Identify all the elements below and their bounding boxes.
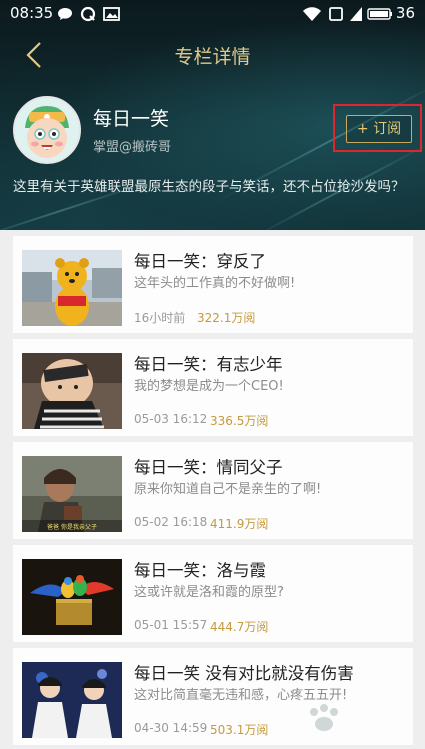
column-author: 掌盟@搬砖哥 bbox=[93, 140, 172, 155]
status-bar: 08:35 36 bbox=[0, 0, 425, 28]
article-title: 每日一笑 没有对比就没有伤害 bbox=[134, 664, 354, 683]
article-views: 322.1万阅 bbox=[197, 311, 256, 325]
article-time: 16小时前 bbox=[134, 311, 186, 325]
article-thumbnail bbox=[22, 353, 122, 429]
article-views: 336.5万阅 bbox=[210, 414, 269, 428]
column-avatar bbox=[13, 96, 81, 164]
battery-percent: 36 bbox=[395, 4, 415, 22]
article-subtitle: 原来你知道自己不是亲生的了啊! bbox=[134, 482, 322, 497]
chat-icon bbox=[58, 8, 72, 20]
wifi-icon bbox=[303, 7, 321, 21]
article-card[interactable]: 每日一笑：穿反了 这年头的工作真的不好做啊! 16小时前 322.1万阅 bbox=[13, 236, 413, 333]
thumbnail-caption: 爸爸 你是我亲父子 bbox=[47, 523, 97, 531]
article-time: 05-03 16:12 bbox=[134, 412, 208, 426]
article-views: 411.9万阅 bbox=[210, 517, 269, 531]
article-time: 05-01 15:57 bbox=[134, 618, 208, 632]
article-title: 每日一笑：情同父子 bbox=[134, 458, 283, 477]
article-views: 444.7万阅 bbox=[210, 620, 269, 634]
subscribe-button[interactable]: + 订阅 bbox=[346, 115, 412, 143]
battery-icon bbox=[367, 8, 392, 20]
q-icon bbox=[80, 6, 96, 22]
article-subtitle: 这或许就是洛和霞的原型? bbox=[134, 585, 284, 600]
article-card[interactable]: 每日一笑：洛与霞 这或许就是洛和霞的原型? 05-01 15:57 444.7万… bbox=[13, 545, 413, 642]
paw-watermark-icon bbox=[310, 704, 338, 731]
article-subtitle: 我的梦想是成为一个CEO! bbox=[134, 379, 284, 394]
article-title: 每日一笑：穿反了 bbox=[134, 252, 266, 271]
subscribe-highlight: + 订阅 bbox=[333, 104, 422, 152]
page-title: 专栏详情 bbox=[174, 46, 251, 68]
article-thumbnail bbox=[22, 250, 122, 326]
article-thumbnail: 爸爸 你是我亲父子 bbox=[22, 456, 122, 532]
comparison-thumbnail bbox=[22, 662, 122, 738]
screen-icon bbox=[329, 7, 343, 21]
article-time: 04-30 14:59 bbox=[134, 721, 208, 735]
status-time: 08:35 bbox=[10, 4, 54, 22]
article-thumbnail bbox=[22, 662, 122, 738]
column-description: 这里有关于英雄联盟最原生态的段子与笑话，还不占位抢沙发吗？ bbox=[13, 179, 405, 195]
pooh-costume-thumbnail bbox=[22, 250, 122, 326]
article-time: 05-02 16:18 bbox=[134, 515, 208, 529]
article-title: 每日一笑：有志少年 bbox=[134, 355, 283, 374]
signal-icon bbox=[350, 7, 362, 21]
image-icon bbox=[103, 7, 120, 21]
article-thumbnail bbox=[22, 559, 122, 635]
parrots-thumbnail bbox=[22, 559, 122, 635]
article-card[interactable]: 每日一笑：有志少年 我的梦想是成为一个CEO! 05-03 16:12 336.… bbox=[13, 339, 413, 436]
article-title: 每日一笑：洛与霞 bbox=[134, 561, 266, 580]
article-subtitle: 这年头的工作真的不好做啊! bbox=[134, 276, 296, 291]
article-views: 503.1万阅 bbox=[210, 723, 269, 737]
column-name: 每日一笑 bbox=[93, 108, 170, 130]
column-header: 08:35 36 专栏详情 每日一笑 掌盟@搬砖哥 + 订阅 这里有关于英雄联盟… bbox=[0, 0, 425, 230]
cartoon-face-icon bbox=[15, 98, 79, 162]
father-son-thumbnail: 爸爸 你是我亲父子 bbox=[22, 456, 122, 532]
article-card[interactable]: 爸爸 你是我亲父子 每日一笑：情同父子 原来你知道自己不是亲生的了啊! 05-0… bbox=[13, 442, 413, 539]
title-bar: 专栏详情 bbox=[0, 30, 425, 78]
ceo-boy-thumbnail bbox=[22, 353, 122, 429]
